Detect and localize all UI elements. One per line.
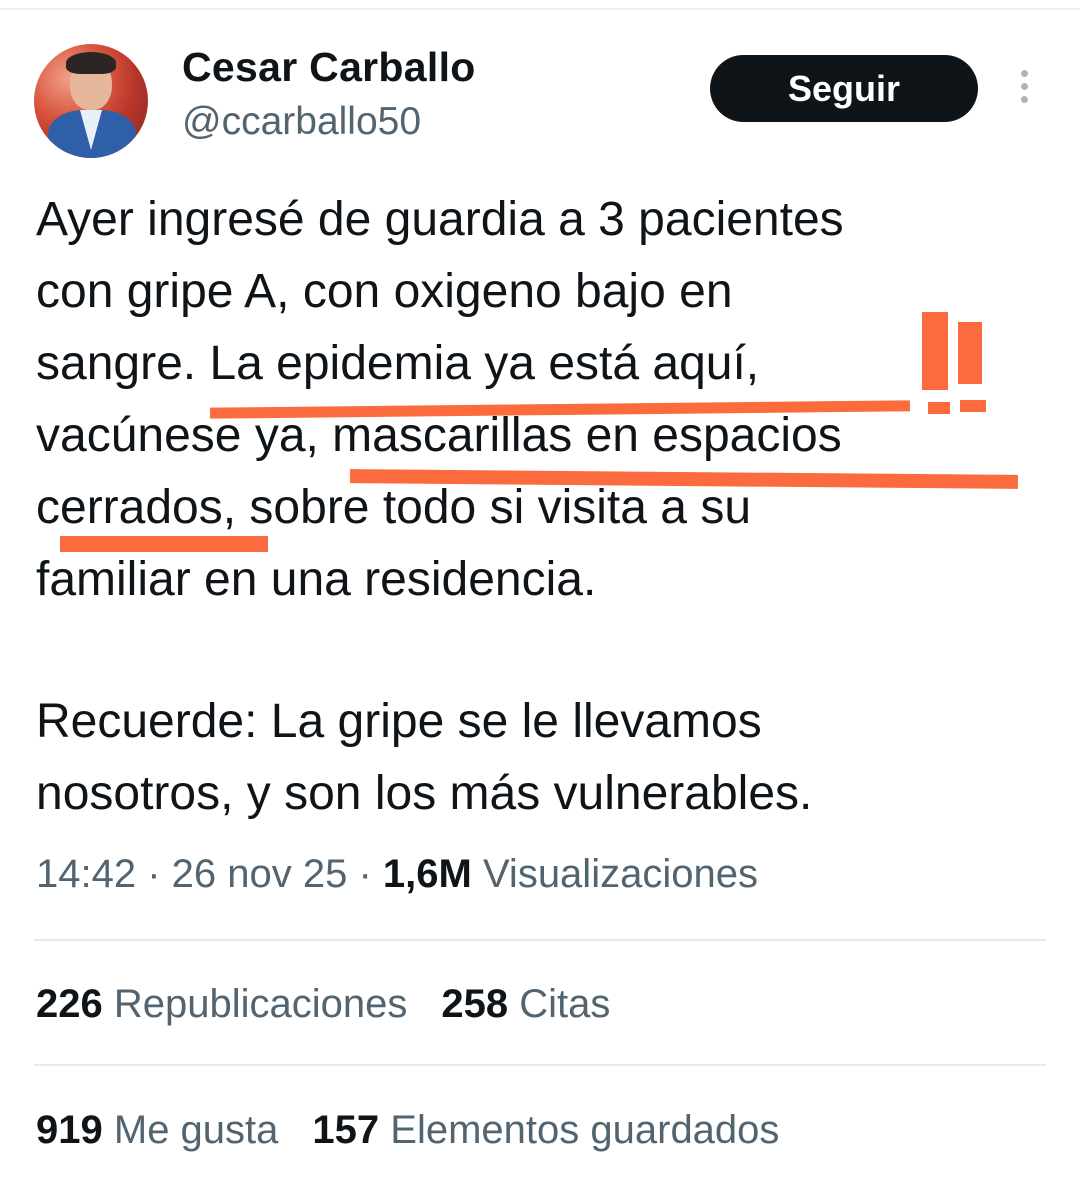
exclamation-mark-icon [958,322,982,384]
reposts-stat[interactable]: 226 Republicaciones [36,982,407,1026]
exclamation-dot [928,402,950,414]
likes-stat[interactable]: 919 Me gusta [36,1108,278,1152]
tweet-date[interactable]: 26 nov 25 [172,852,348,896]
top-divider [0,8,1080,10]
tweet-line: Ayer ingresé de guardia a 3 pacientes [36,193,844,246]
bookmarks-stat[interactable]: 157 Elementos guardados [312,1108,779,1152]
exclamation-dot [960,400,986,412]
tweet-text: Ayer ingresé de guardia a 3 pacientes co… [36,184,1046,830]
quotes-stat[interactable]: 258 Citas [441,982,610,1026]
tweet-line: con gripe A, con oxigeno bajo en [36,265,733,318]
tweet-line: Recuerde: La gripe se le llevamos [36,695,762,748]
avatar[interactable] [34,44,148,158]
tweet-time[interactable]: 14:42 [36,852,136,896]
tweet-line: familiar en una residencia. [36,553,597,606]
highlight-underline [60,536,268,552]
tweet-line: sangre. La epidemia ya está aquí, [36,337,760,390]
divider [34,1064,1046,1066]
views-label[interactable]: Visualizaciones [483,852,758,896]
stats-row-2: 919 Me gusta 157 Elementos guardados [36,1108,779,1153]
follow-button[interactable]: Seguir [710,55,978,122]
author-name[interactable]: Cesar Carballo [182,44,476,91]
stats-row-1: 226 Republicaciones 258 Citas [36,982,610,1027]
author-handle[interactable]: @ccarballo50 [182,100,421,144]
divider [34,939,1046,941]
exclamation-mark-icon [922,312,948,390]
views-count: 1,6M [382,852,472,896]
tweet-line: nosotros, y son los más vulnerables. [36,767,813,820]
more-options-icon[interactable] [1010,70,1038,110]
tweet-meta: 14:42 · 26 nov 25 · 1,6M Visualizaciones [36,852,758,896]
